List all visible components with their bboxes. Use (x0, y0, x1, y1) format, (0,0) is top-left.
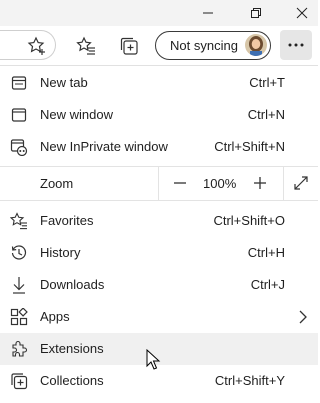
menu-item-shortcut: Ctrl+T (249, 75, 285, 90)
minimize-button[interactable] (186, 0, 230, 26)
collections-button[interactable] (117, 34, 141, 58)
fullscreen-button[interactable] (292, 174, 310, 192)
menu-item-new-window[interactable]: New window Ctrl+N (0, 99, 318, 131)
menu-item-label: Collections (40, 373, 104, 388)
chevron-right-icon (299, 310, 307, 324)
download-icon (10, 276, 28, 294)
mouse-cursor-icon (146, 349, 161, 370)
menu-item-shortcut: Ctrl+J (250, 277, 285, 292)
apps-icon (10, 308, 28, 326)
zoom-out-button[interactable] (171, 174, 189, 192)
zoom-level: 100% (203, 176, 237, 191)
profile-sync-status: Not syncing (170, 38, 238, 53)
minimize-icon (203, 12, 213, 14)
collections-icon (120, 37, 138, 55)
menu-item-downloads[interactable]: Downloads Ctrl+J (0, 269, 318, 301)
avatar (245, 34, 267, 56)
favorites-button[interactable] (74, 34, 98, 58)
menu-divider (0, 200, 318, 201)
settings-and-more-button[interactable] (280, 30, 312, 60)
menu-item-new-tab[interactable]: New tab Ctrl+T (0, 67, 318, 99)
menu-item-label: New tab (40, 75, 88, 90)
menu-item-shortcut: Ctrl+N (247, 107, 285, 122)
restore-button[interactable] (234, 0, 278, 26)
menu-item-label: New InPrivate window (40, 139, 168, 154)
fullscreen-icon (294, 176, 308, 190)
favorites-icon (10, 212, 28, 230)
minus-icon (174, 182, 186, 184)
zoom-row: Zoom 100% (0, 166, 318, 200)
menu-item-label: New window (40, 107, 113, 122)
menu-item-apps[interactable]: Apps (0, 301, 318, 333)
menu-item-label: Downloads (40, 277, 105, 292)
menu-item-new-inprivate-window[interactable]: New InPrivate window Ctrl+Shift+N (0, 131, 318, 163)
star-add-icon (27, 36, 45, 55)
menu-item-shortcut: Ctrl+Shift+O (213, 213, 285, 228)
new-window-icon (10, 106, 28, 124)
menu-item-label: Apps (40, 309, 70, 324)
new-tab-icon (10, 74, 28, 92)
favorites-list-icon (76, 36, 95, 55)
browser-toolbar: Not syncing (0, 26, 318, 66)
menu-item-favorites[interactable]: Favorites Ctrl+Shift+O (0, 205, 318, 237)
plus-icon (254, 177, 266, 189)
extensions-icon (10, 340, 28, 358)
menu-item-shortcut: Ctrl+Shift+Y (214, 373, 285, 388)
menu-item-label: Extensions (40, 341, 104, 356)
zoom-control: 100% (158, 166, 318, 200)
menu-item-label: Favorites (40, 213, 94, 228)
close-window-button[interactable] (280, 0, 320, 26)
title-bar (0, 0, 318, 26)
menu-item-history[interactable]: History Ctrl+H (0, 237, 318, 269)
collections-icon (10, 372, 28, 390)
more-horizontal-icon (288, 43, 304, 47)
inprivate-icon (10, 138, 28, 156)
history-icon (10, 244, 28, 262)
menu-item-label: History (40, 245, 81, 260)
zoom-divider (283, 166, 284, 200)
profile-button[interactable]: Not syncing (155, 31, 271, 60)
close-icon (296, 7, 308, 19)
menu-item-shortcut: Ctrl+H (247, 245, 285, 260)
restore-icon (251, 8, 261, 18)
menu-item-shortcut: Ctrl+Shift+N (214, 139, 285, 154)
add-favorite-button[interactable] (25, 34, 49, 58)
zoom-label: Zoom (40, 176, 74, 191)
zoom-in-button[interactable] (251, 174, 269, 192)
